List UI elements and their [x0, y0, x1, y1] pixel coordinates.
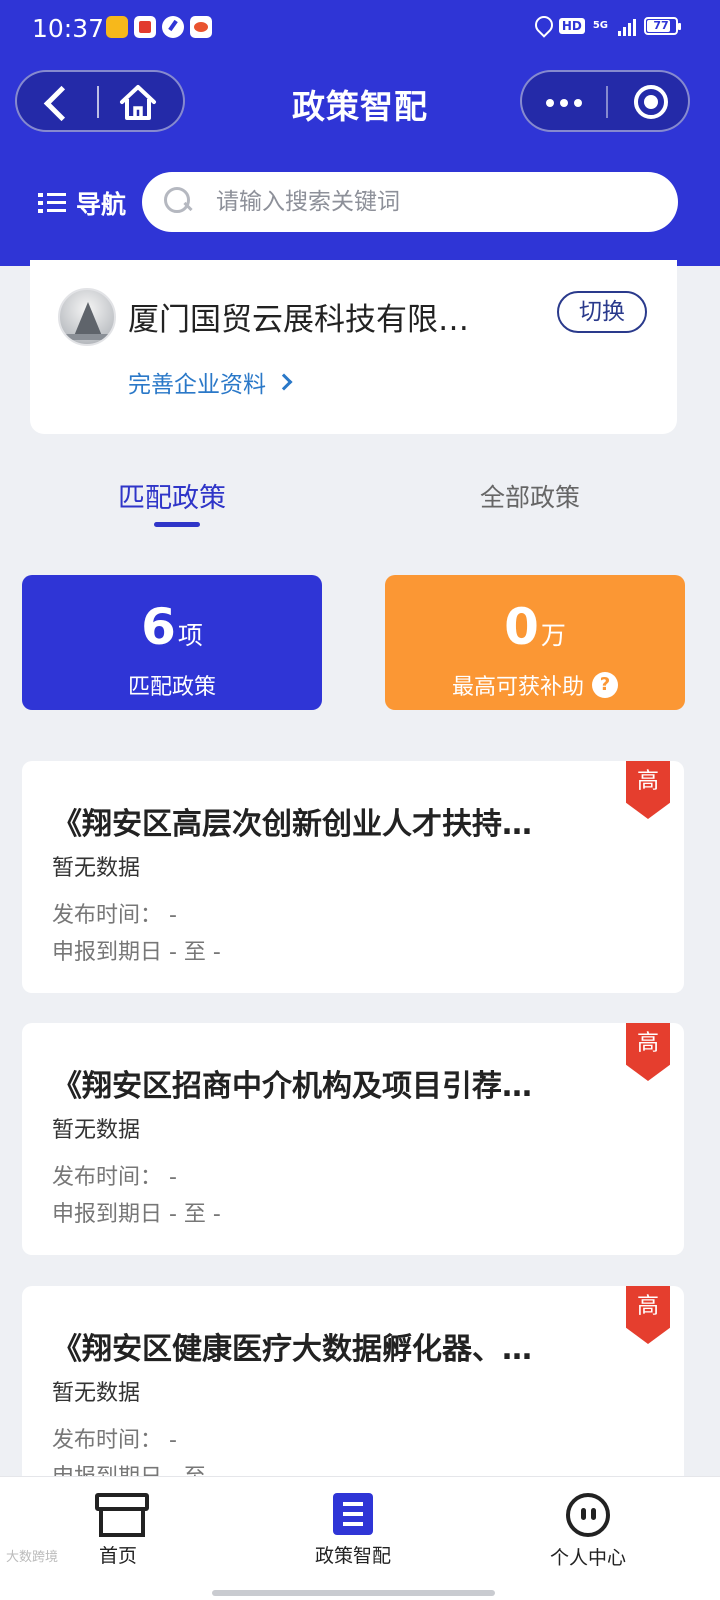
- policy-publish-date: 发布时间： -: [52, 903, 177, 928]
- nav-capsule: [15, 70, 185, 132]
- policy-publish-date: 发布时间： -: [52, 1165, 177, 1190]
- policy-title: 《翔安区健康医疗大数据孵化器、…: [52, 1332, 532, 1367]
- policy-card[interactable]: 《翔安区招商中介机构及项目引荐… 暂无数据 发布时间： - 申报到期日 - 至 …: [22, 1023, 684, 1255]
- complete-profile-label: 完善企业资料: [128, 372, 266, 398]
- status-bar: 10:37 HD 5G 77: [0, 0, 720, 58]
- policy-card[interactable]: 《翔安区高层次创新创业人才扶持… 暂无数据 发布时间： - 申报到期日 - 至 …: [22, 761, 684, 993]
- matched-count-unit: 项: [177, 621, 203, 650]
- priority-badge: 高: [626, 761, 670, 819]
- home-indicator[interactable]: [212, 1590, 495, 1596]
- nav-policy-match[interactable]: 政策智配: [283, 1493, 423, 1568]
- subsidy-amount: 0万: [385, 597, 685, 666]
- battery-icon: 77: [644, 17, 681, 35]
- chevron-right-icon: [275, 373, 293, 391]
- watermark: 大数跨境: [6, 1550, 59, 1565]
- nav-policy-match-label: 政策智配: [314, 1545, 391, 1567]
- network-type: 5G: [592, 20, 608, 31]
- help-icon[interactable]: ?: [592, 672, 618, 698]
- notification-icons: [106, 16, 212, 38]
- navigation-label: 导航: [76, 190, 127, 219]
- page-title: 政策智配: [292, 87, 428, 126]
- subsidy-stat-label: 最高可获补助: [451, 675, 584, 700]
- company-logo: [58, 288, 116, 346]
- back-icon[interactable]: [39, 85, 75, 121]
- policy-description: 暂无数据: [52, 1118, 141, 1143]
- priority-badge: 高: [626, 1286, 670, 1344]
- nav-home-label: 首页: [98, 1545, 137, 1567]
- subsidy-stat-caption: 最高可获补助 ?: [385, 669, 685, 701]
- policy-description: 暂无数据: [52, 856, 141, 881]
- policy-deadline: 申报到期日 - 至 -: [52, 940, 221, 965]
- matched-stat-caption: 匹配政策: [22, 669, 322, 701]
- matched-stat-label: 匹配政策: [127, 675, 216, 700]
- compass-app-icon: [162, 16, 184, 38]
- home-icon[interactable]: [117, 82, 159, 124]
- tab-matched-policies[interactable]: 匹配政策: [118, 476, 226, 515]
- search-icon: [164, 187, 194, 217]
- policy-deadline: 申报到期日 - 至 -: [52, 1202, 221, 1227]
- matched-count: 6项: [22, 597, 322, 666]
- bottom-navigation: 首页 政策智配 个人中心: [0, 1476, 720, 1600]
- game-app-icon: [106, 16, 128, 38]
- close-miniprogram-icon[interactable]: [634, 85, 668, 119]
- header: 10:37 HD 5G 77 政策智配 导航 请输入搜索关键词: [0, 0, 720, 266]
- subsidy-amount-unit: 万: [540, 621, 566, 650]
- hd-icon: HD: [558, 18, 585, 34]
- max-subsidy-stat[interactable]: 0万 最高可获补助 ?: [385, 575, 685, 710]
- signal-icon: [618, 16, 636, 36]
- search-bar[interactable]: [142, 172, 678, 232]
- face-icon: [566, 1493, 610, 1537]
- policy-title: 《翔安区招商中介机构及项目引荐…: [52, 1069, 532, 1104]
- weibo-app-icon: [190, 16, 212, 38]
- app-notification-icon: [134, 16, 156, 38]
- subsidy-amount-value: 0: [504, 598, 539, 656]
- priority-badge: 高: [626, 1023, 670, 1081]
- status-time: 10:37: [32, 14, 105, 43]
- company-card: 厦门国贸云展科技有限… 切换 完善企业资料: [30, 260, 677, 434]
- nav-personal-center-label: 个人中心: [549, 1547, 626, 1569]
- switch-company-button[interactable]: 切换: [557, 291, 647, 333]
- matched-count-value: 6: [141, 598, 176, 656]
- nav-home[interactable]: 首页: [48, 1493, 188, 1568]
- company-name: 厦门国贸云展科技有限…: [128, 302, 469, 338]
- menu-capsule: [520, 70, 690, 132]
- tab-all-policies[interactable]: 全部政策: [480, 478, 580, 514]
- status-indicators: HD 5G 77: [535, 16, 681, 36]
- search-input[interactable]: [216, 182, 656, 222]
- capsule-divider: [606, 86, 608, 118]
- active-tab-indicator: [154, 522, 200, 527]
- capsule-divider: [97, 86, 99, 118]
- policy-description: 暂无数据: [52, 1381, 141, 1406]
- nav-personal-center[interactable]: 个人中心: [518, 1493, 658, 1570]
- battery-level: 77: [653, 19, 669, 32]
- document-icon: [333, 1493, 373, 1535]
- matched-policies-stat[interactable]: 6项 匹配政策: [22, 575, 322, 710]
- policy-title: 《翔安区高层次创新创业人才扶持…: [52, 807, 532, 842]
- policy-publish-date: 发布时间： -: [52, 1428, 177, 1453]
- complete-profile-link[interactable]: 完善企业资料: [128, 365, 293, 399]
- navigation-button[interactable]: 导航: [38, 185, 126, 221]
- location-icon: [535, 16, 551, 36]
- box-icon: [95, 1493, 149, 1537]
- more-icon[interactable]: [546, 93, 586, 113]
- list-icon: [38, 191, 66, 215]
